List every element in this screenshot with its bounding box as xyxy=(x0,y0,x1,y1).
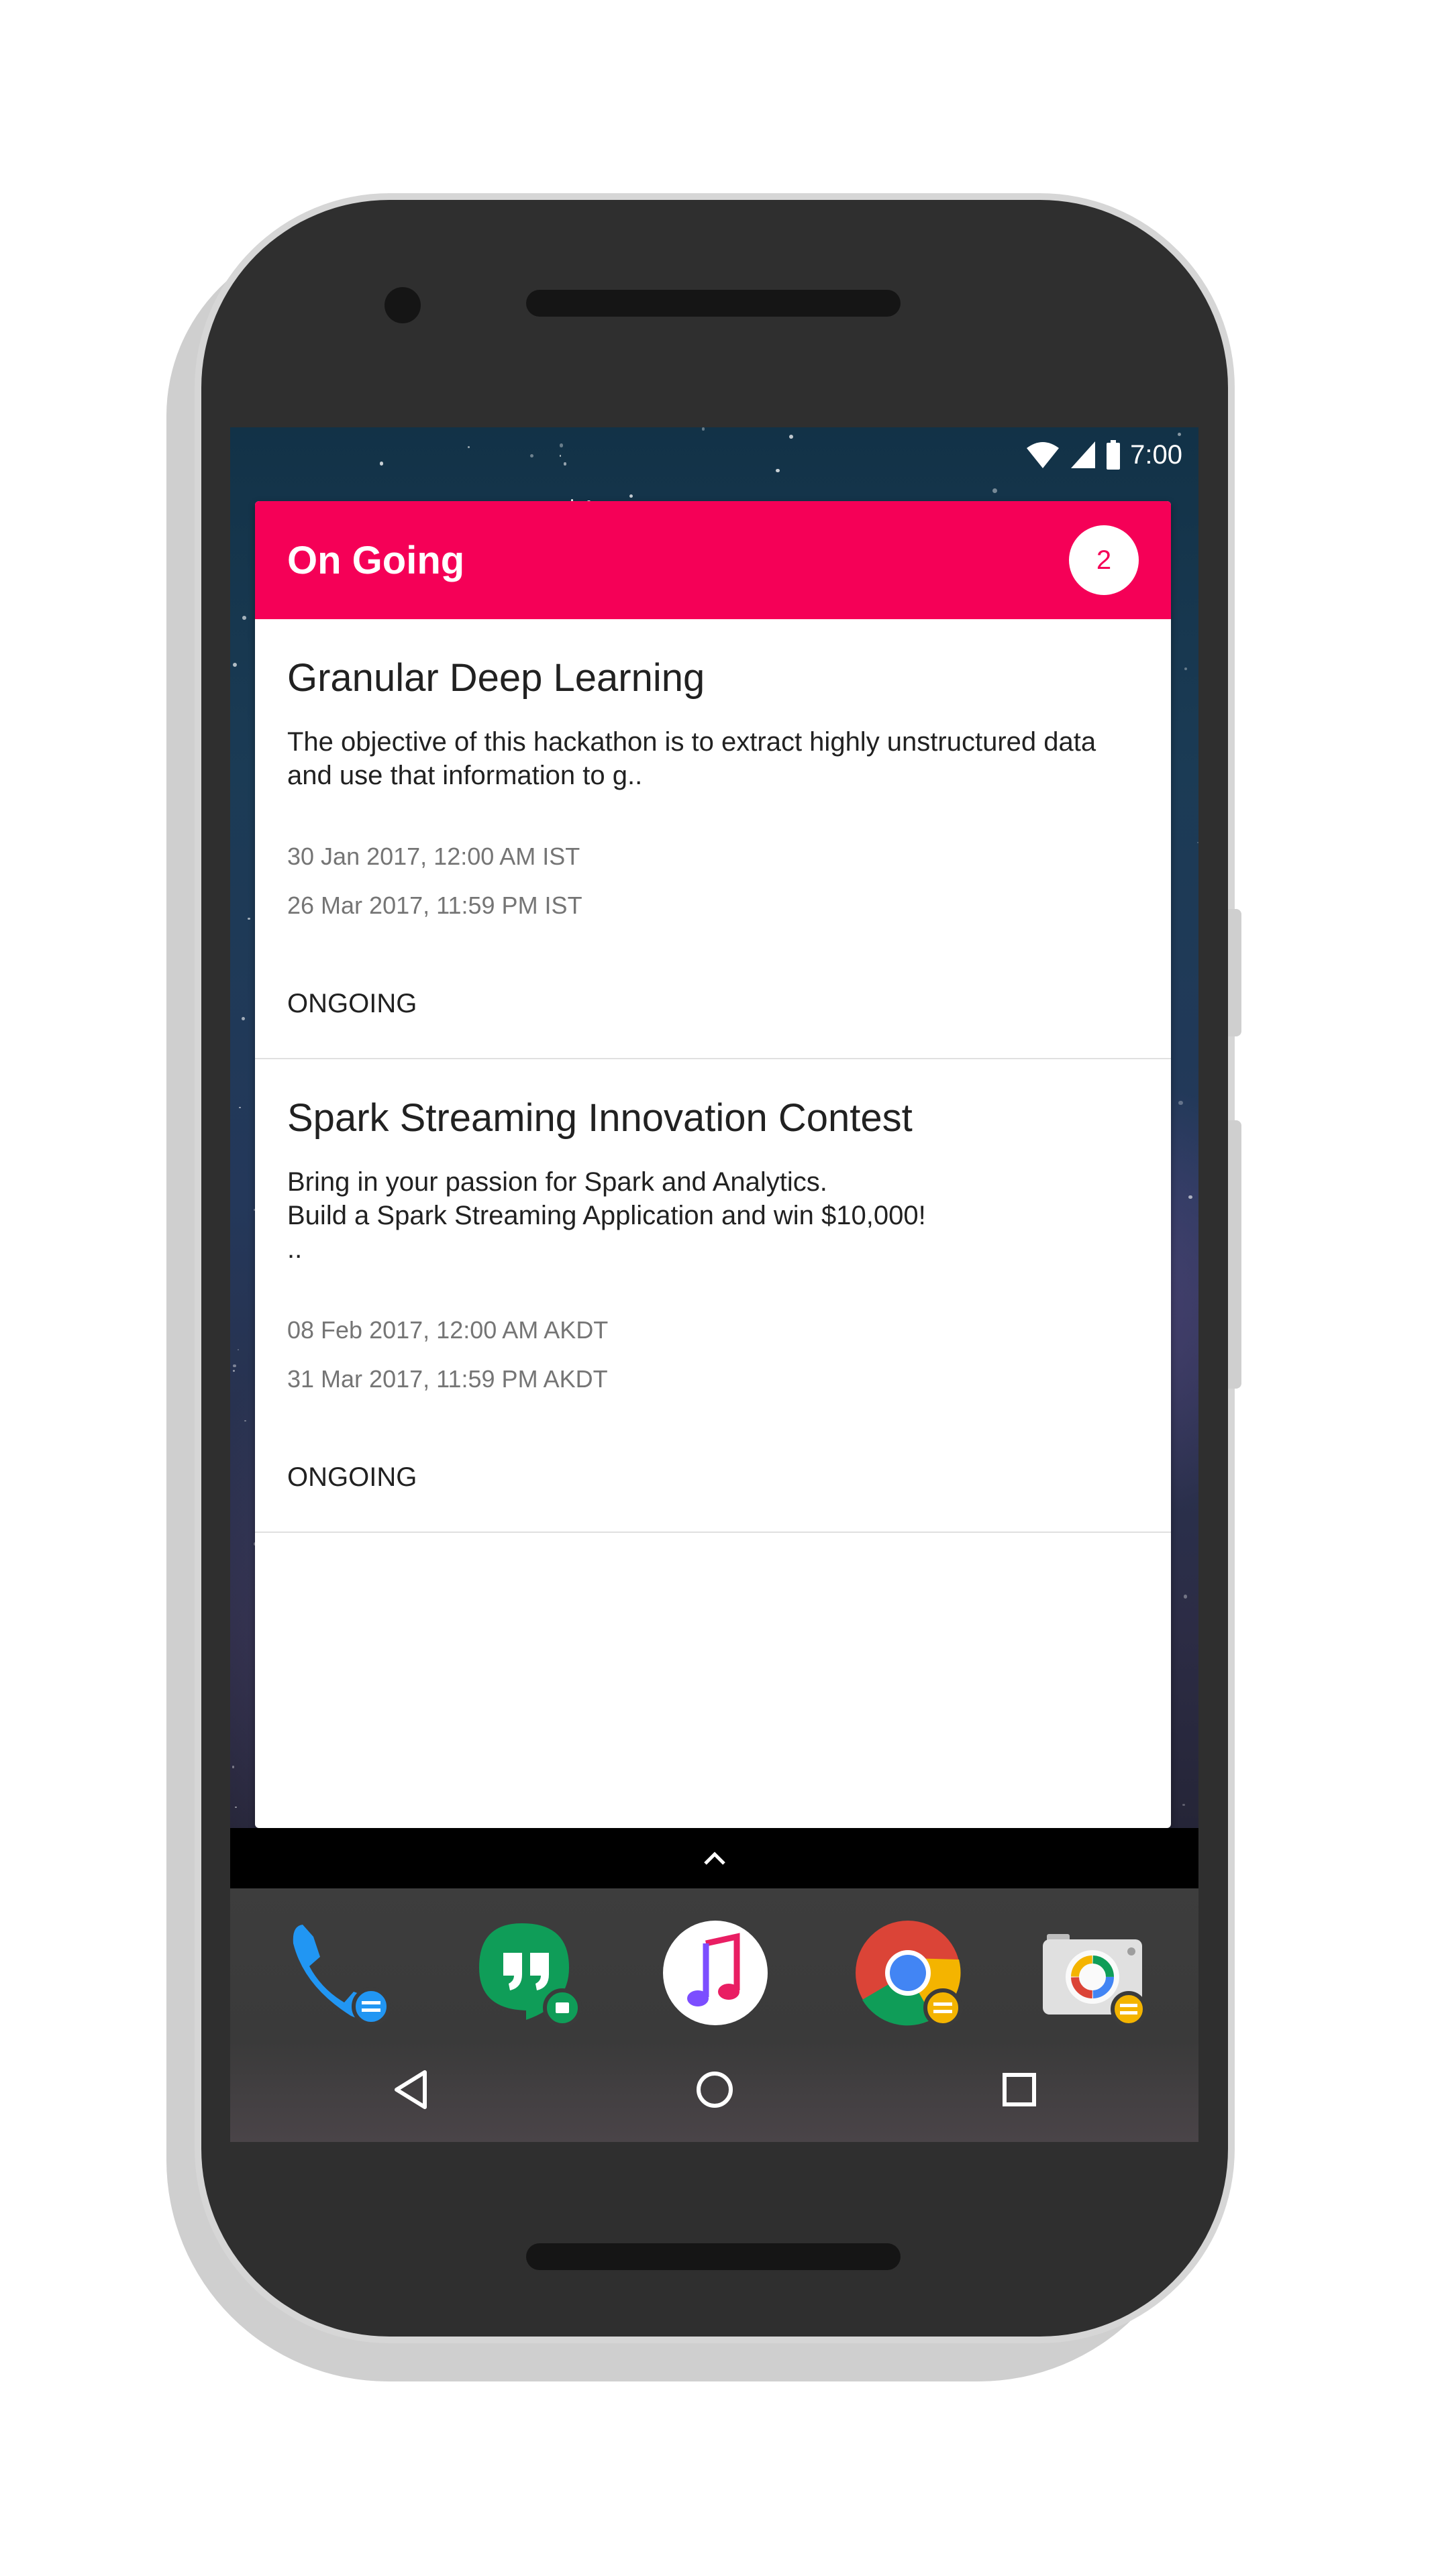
star xyxy=(233,1370,236,1373)
app-drawer-handle[interactable] xyxy=(230,1828,1198,1888)
wifi-icon xyxy=(1027,442,1060,468)
front-camera xyxy=(385,287,421,323)
widget-header[interactable]: On Going 2 xyxy=(255,501,1171,619)
card-end-date: 31 Mar 2017, 11:59 PM AKDT xyxy=(287,1365,608,1393)
navigation-bar xyxy=(230,2049,1198,2123)
star xyxy=(241,1016,245,1020)
music-app-icon[interactable] xyxy=(662,1919,769,2027)
star xyxy=(232,1765,235,1768)
star xyxy=(468,446,470,448)
star xyxy=(244,1419,246,1422)
chrome-app-icon[interactable] xyxy=(854,1919,962,2027)
star xyxy=(242,615,247,620)
recents-icon xyxy=(1003,2073,1036,2106)
star xyxy=(776,468,780,473)
back-button[interactable] xyxy=(385,2063,438,2116)
card-end-date: 26 Mar 2017, 11:59 PM IST xyxy=(287,892,582,919)
star xyxy=(789,434,794,439)
hangouts-app-icon[interactable] xyxy=(475,1919,582,2027)
star xyxy=(1182,1803,1185,1807)
home-icon xyxy=(697,2072,733,2108)
chevron-up-icon xyxy=(703,1851,725,1865)
back-icon xyxy=(395,2070,427,2109)
star xyxy=(1184,667,1188,671)
star xyxy=(701,427,705,431)
star xyxy=(238,1349,240,1351)
star xyxy=(1178,1100,1183,1106)
card-title: Spark Streaming Innovation Contest xyxy=(287,1096,913,1140)
star xyxy=(379,462,384,466)
star xyxy=(629,494,633,498)
app-dock xyxy=(230,1888,1198,2142)
card-start-date: 30 Jan 2017, 12:00 AM IST xyxy=(287,843,580,870)
card-status: ONGOING xyxy=(287,1462,417,1492)
phone-app-icon[interactable] xyxy=(284,1919,391,2027)
card-status: ONGOING xyxy=(287,989,417,1018)
card-title: Granular Deep Learning xyxy=(287,656,705,700)
contest-card[interactable]: Spark Streaming Innovation Contest Bring… xyxy=(255,1059,1171,1533)
battery-icon xyxy=(1107,440,1121,470)
count-badge: 2 xyxy=(1069,525,1139,595)
status-time: 7:00 xyxy=(1130,439,1182,470)
star xyxy=(1183,1595,1188,1599)
camera-app-icon[interactable] xyxy=(1039,1919,1147,2027)
widget-title: On Going xyxy=(287,538,465,582)
star xyxy=(559,455,562,457)
recents-button[interactable] xyxy=(992,2063,1046,2116)
status-bar: 7:00 xyxy=(1025,433,1182,477)
star xyxy=(530,454,534,458)
star xyxy=(992,488,998,493)
star xyxy=(248,918,250,920)
star xyxy=(563,462,567,466)
star xyxy=(1188,1195,1192,1199)
ongoing-widget: On Going 2 Granular Deep Learning The ob… xyxy=(255,501,1171,1828)
home-button[interactable] xyxy=(688,2063,741,2116)
card-description: The objective of this hackathon is to ex… xyxy=(287,727,1096,790)
star xyxy=(233,1364,236,1368)
bottom-speaker xyxy=(526,2243,901,2270)
contest-card[interactable]: Granular Deep Learning The objective of … xyxy=(255,619,1171,1059)
phone-screen: 7:00 On Going 2 Granular Deep Learning T… xyxy=(230,427,1198,2142)
star xyxy=(239,1106,242,1109)
star xyxy=(235,1806,237,1809)
power-button xyxy=(1228,1120,1241,1389)
card-start-date: 08 Feb 2017, 12:00 AM AKDT xyxy=(287,1316,609,1344)
cell-signal-icon xyxy=(1071,441,1096,468)
top-speaker xyxy=(526,290,901,317)
star xyxy=(233,663,238,667)
card-description: Bring in your passion for Spark and Anal… xyxy=(287,1167,926,1264)
star xyxy=(559,443,564,447)
star xyxy=(1196,842,1198,844)
volume-button xyxy=(1228,909,1241,1036)
